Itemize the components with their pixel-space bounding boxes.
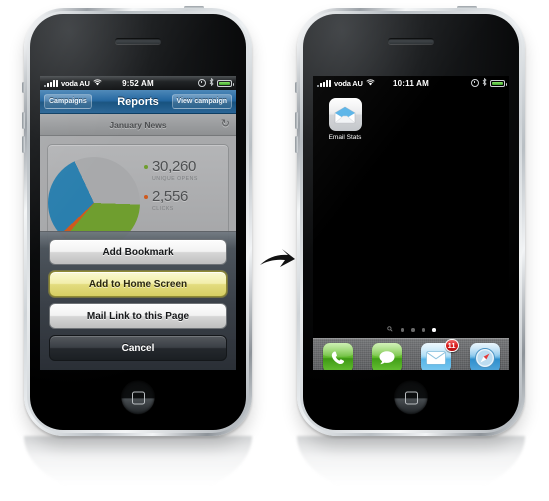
carrier-label: voda AU	[334, 78, 363, 88]
bluetooth-icon	[209, 77, 214, 88]
battery-full-icon	[490, 79, 507, 87]
signal-bars-icon	[44, 79, 58, 87]
phone-icon	[322, 343, 353, 370]
search-icon[interactable]	[386, 325, 393, 335]
home-screen: Email Stats 11	[313, 90, 509, 370]
carrier-label: voda AU	[61, 78, 90, 88]
dock: Phone Messages	[313, 338, 509, 370]
page-dot-active[interactable]	[432, 328, 436, 332]
legend-dot-green	[144, 164, 148, 169]
earpiece-speaker	[115, 38, 161, 44]
home-button[interactable]	[121, 381, 155, 414]
add-bookmark-button[interactable]: Add Bookmark	[49, 239, 227, 265]
bluetooth-icon	[482, 77, 487, 88]
page-dot[interactable]	[421, 328, 425, 332]
campaigns-back-button[interactable]: Campaigns	[44, 94, 92, 109]
stat-label: Clicks	[152, 206, 174, 212]
wifi-icon	[93, 78, 102, 88]
app-grid: Email Stats	[313, 90, 509, 141]
phone-reflection-left	[24, 436, 252, 498]
status-bar-right: voda AU 10:11 AM	[313, 76, 509, 90]
wifi-icon	[366, 78, 375, 88]
mail-link-button[interactable]: Mail Link to this Page	[49, 303, 227, 329]
iphone-left: voda AU 9:52 AM Campaigns Reports View c…	[22, 6, 252, 436]
alarm-clock-icon	[198, 79, 206, 87]
status-bar-left-group: voda AU	[317, 79, 375, 88]
page-dot[interactable]	[411, 328, 415, 332]
volume-up-button[interactable]	[295, 112, 298, 129]
dock-app-phone[interactable]: Phone	[316, 343, 360, 370]
phone-front-left: voda AU 9:52 AM Campaigns Reports View c…	[30, 14, 246, 430]
phone-front-right: voda AU 10:11 AM Email Stats 11	[303, 14, 519, 430]
campaign-sub-bar: January News ↻	[40, 114, 236, 136]
alarm-clock-icon	[471, 79, 479, 87]
stat-item: 30,260 Unique opens	[144, 159, 222, 182]
nav-title: Reports	[117, 95, 159, 108]
page-indicator	[313, 325, 509, 335]
battery-full-icon	[217, 79, 234, 87]
dock-app-safari[interactable]: Safari	[463, 343, 507, 370]
status-bar-clock: 10:11 AM	[393, 78, 429, 88]
view-campaign-button[interactable]: View campaign	[171, 94, 232, 109]
screen-left: voda AU 9:52 AM Campaigns Reports View c…	[40, 76, 236, 370]
stat-item: 2,556 Clicks	[144, 189, 222, 212]
sleep-wake-button[interactable]	[457, 6, 477, 9]
scene: voda AU 9:52 AM Campaigns Reports View c…	[0, 0, 549, 501]
phone-reflection-right	[297, 436, 525, 498]
sleep-wake-button[interactable]	[184, 6, 204, 9]
home-button[interactable]	[394, 381, 428, 414]
volume-down-button[interactable]	[22, 136, 25, 153]
status-bar-clock: 9:52 AM	[122, 78, 154, 88]
ring-silent-switch[interactable]	[22, 82, 25, 93]
volume-down-button[interactable]	[295, 136, 298, 153]
dock-app-mail[interactable]: 11 Mail	[414, 339, 459, 370]
stat-value: 30,260	[152, 158, 197, 175]
nav-bar: Campaigns Reports View campaign	[40, 90, 236, 114]
page-dot[interactable]	[400, 328, 404, 332]
status-bar-right-group	[198, 77, 234, 88]
legend-dot-orange	[144, 194, 148, 199]
stat-value: 2,556	[152, 188, 189, 205]
status-bar-left-group: voda AU	[44, 79, 102, 88]
screen-right: voda AU 10:11 AM Email Stats 11	[313, 76, 509, 370]
status-bar-left: voda AU 9:52 AM	[40, 76, 236, 90]
safari-icon	[469, 343, 500, 370]
refresh-icon[interactable]: ↻	[221, 119, 230, 130]
messages-icon	[371, 343, 402, 370]
volume-up-button[interactable]	[22, 112, 25, 129]
signal-bars-icon	[317, 79, 331, 87]
dock-app-messages[interactable]: Messages	[365, 343, 409, 370]
cancel-button[interactable]: Cancel	[49, 335, 227, 361]
arrow-right-swoosh	[258, 248, 296, 280]
add-to-home-screen-button[interactable]: Add to Home Screen	[49, 271, 227, 297]
status-bar-right-group	[471, 77, 507, 88]
stat-label: Unique opens	[152, 176, 198, 182]
app-label: Email Stats	[328, 134, 362, 141]
mail-badge: 11	[444, 339, 459, 352]
campaign-name-label: January News	[109, 119, 167, 130]
action-sheet: Add Bookmark Add to Home Screen Mail Lin…	[40, 231, 236, 370]
ring-silent-switch[interactable]	[295, 82, 298, 93]
email-stats-webclip-icon	[328, 98, 362, 131]
app-email-stats[interactable]: Email Stats	[323, 98, 367, 141]
iphone-right: voda AU 10:11 AM Email Stats 11	[295, 6, 525, 436]
earpiece-speaker	[388, 38, 434, 44]
